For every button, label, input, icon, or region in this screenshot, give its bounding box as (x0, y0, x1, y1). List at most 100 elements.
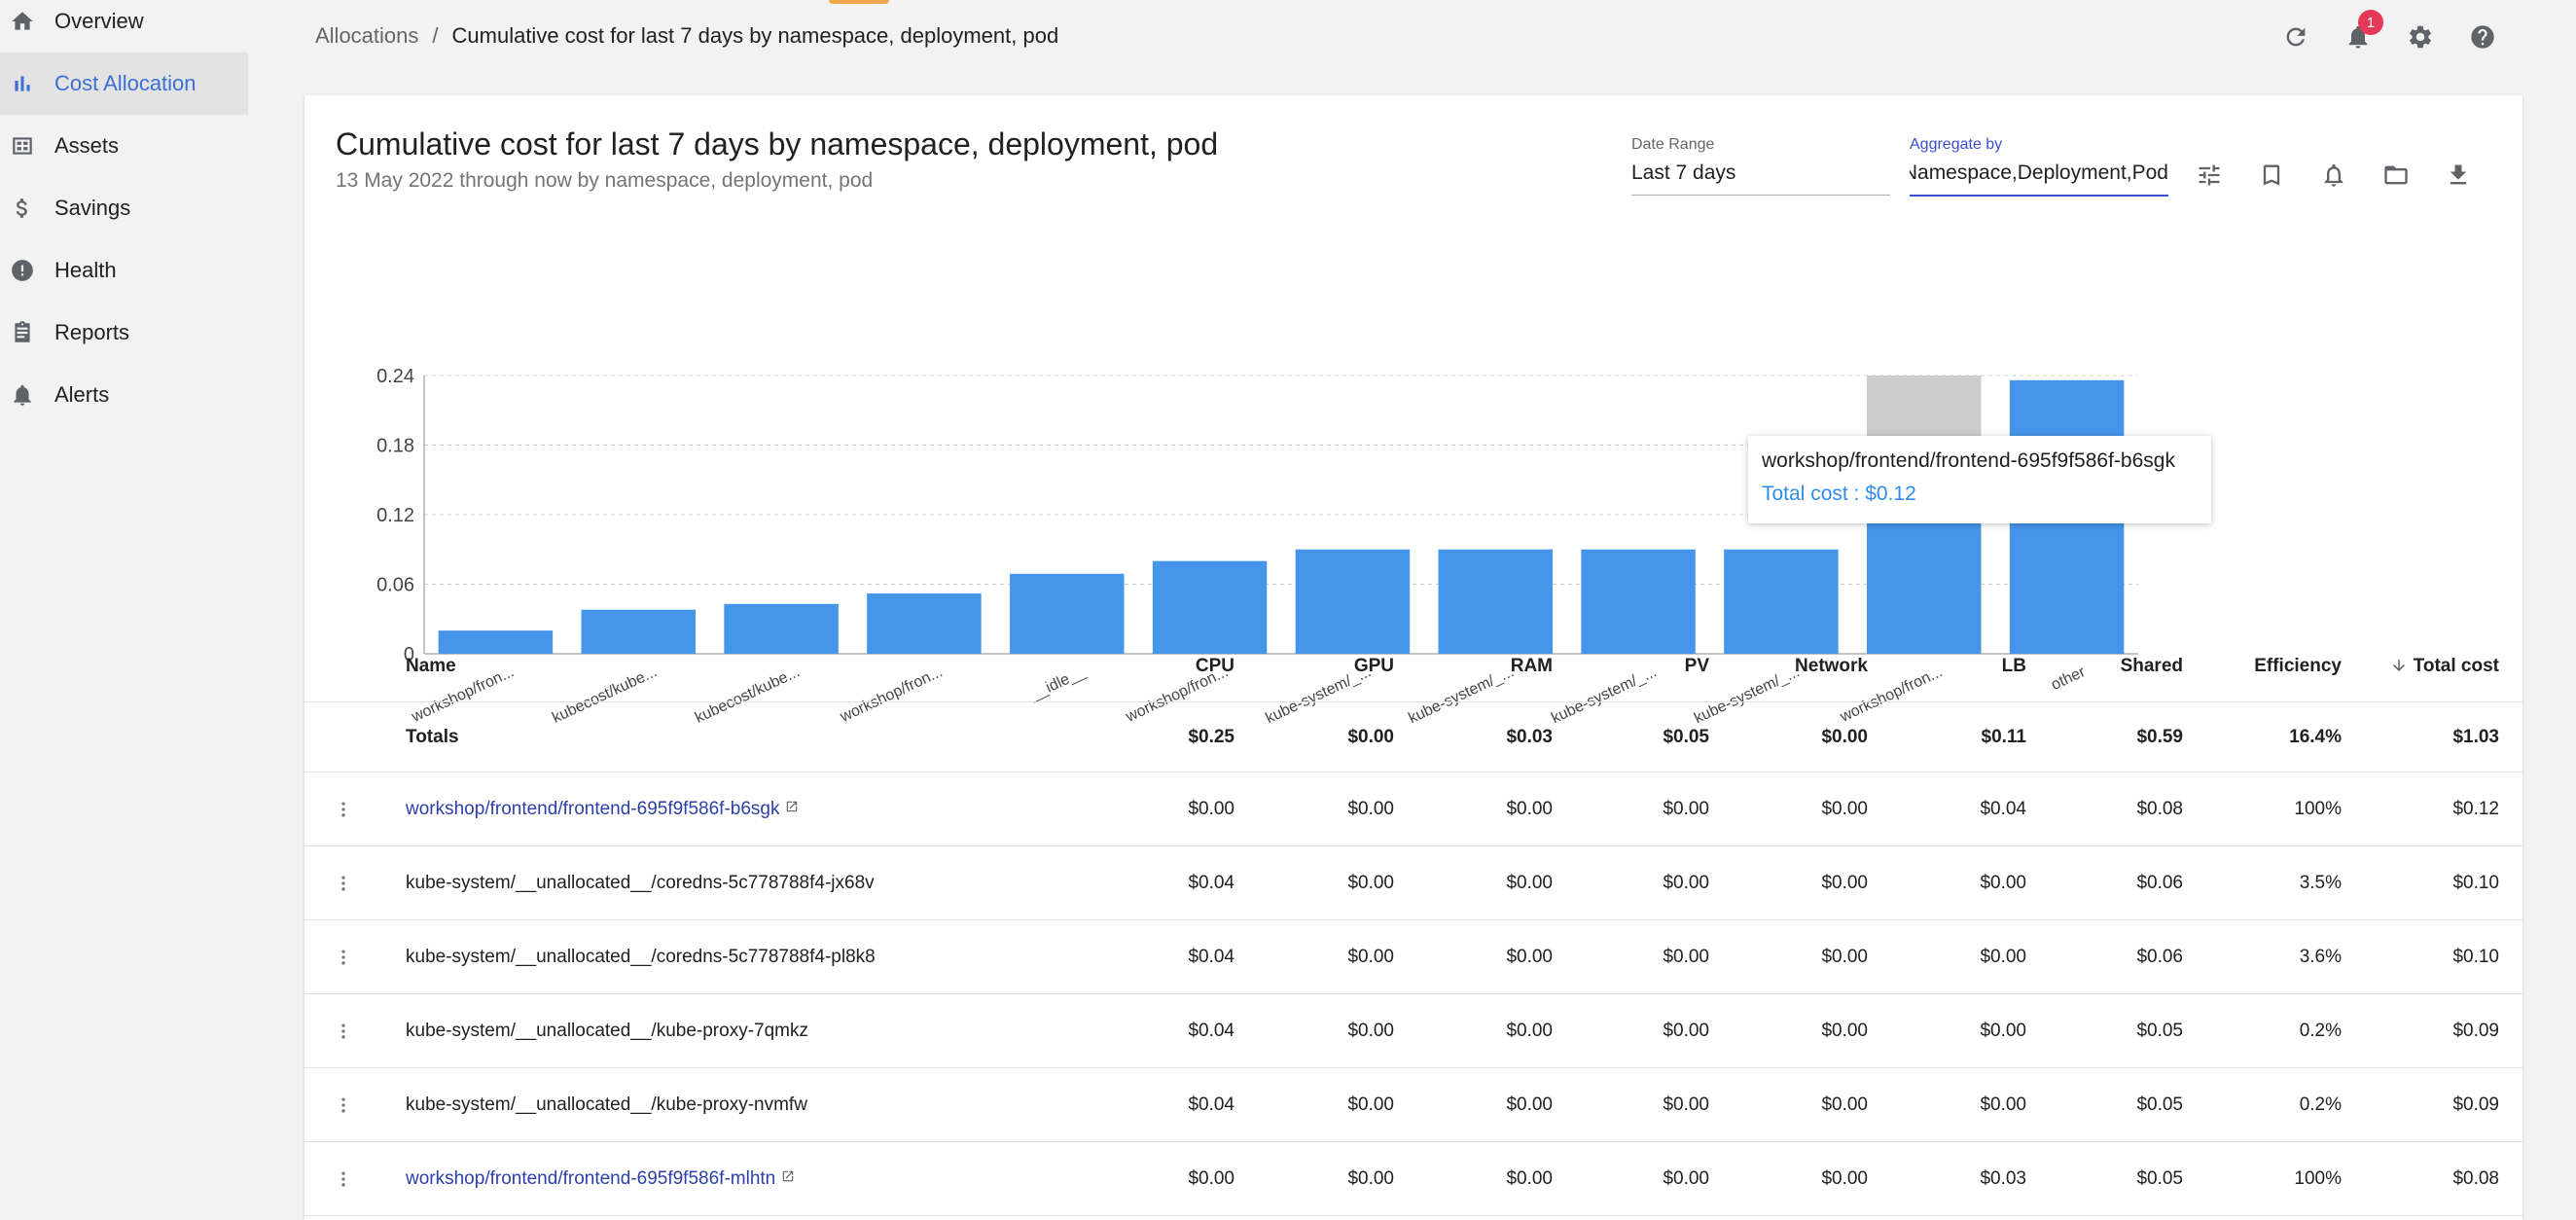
column-header-efficiency[interactable]: Efficiency (2254, 656, 2342, 676)
cell-name[interactable]: workshop/frontend/frontend-695f9f586f-ml… (406, 1168, 775, 1189)
date-range-select[interactable]: Last 7 days (1631, 161, 1890, 196)
cell-efficiency: 100% (2294, 798, 2342, 819)
breadcrumb-separator: / (432, 23, 439, 48)
tune-icon (2199, 164, 2220, 186)
clipboard-icon (10, 320, 35, 345)
sidebar-item-reports[interactable]: Reports (0, 302, 248, 364)
more-vert-icon (341, 1023, 345, 1038)
edit-report-button[interactable] (2194, 160, 2225, 191)
table-cell: $0.00 (1663, 1094, 1709, 1116)
table-cell: kube-system/__unallocated__/coredns-5c77… (406, 947, 876, 968)
column-header-total-cost[interactable]: Total cost (2414, 656, 2499, 676)
column-header-shared[interactable]: Shared (2121, 656, 2183, 676)
aggregate-field[interactable]: Aggregate by Namespace,Deployment,Pod (1910, 136, 2168, 197)
table-cell: $0.00 (1821, 947, 1868, 968)
table-cell: $0.06 (2136, 873, 2183, 894)
cell-pv: $0.00 (1663, 1167, 1709, 1189)
external-link-icon[interactable] (779, 799, 799, 819)
table-row[interactable]: workshop/frontend/frontend-695f9f586f-b6… (304, 772, 2522, 846)
table-cell: $0.00 (1347, 947, 1394, 968)
row-menu-button[interactable] (334, 870, 353, 897)
row-menu-button[interactable] (334, 1018, 353, 1045)
cell-shared: $0.06 (2136, 946, 2183, 967)
aggregate-input[interactable]: Namespace,Deployment,Pod (1910, 161, 2168, 197)
cell-efficiency: 0.2% (2299, 1094, 2342, 1115)
table-row[interactable]: kube-system/__unallocated__/coredns-5c77… (304, 920, 2522, 994)
cell-cpu: $0.25 (1188, 726, 1234, 747)
cell-lb: $0.04 (1980, 798, 2026, 819)
sidebar-item-label: Reports (54, 320, 130, 344)
cell-gpu: $0.00 (1347, 872, 1394, 893)
column-header-lb[interactable]: LB (2002, 656, 2026, 676)
table-cell: $0.00 (1821, 1021, 1868, 1042)
row-menu-button[interactable] (334, 1092, 353, 1119)
table-cell: $0.05 (2136, 1168, 2183, 1190)
dollar-icon (10, 196, 35, 221)
table-header: Name CPU GPU RAM PV Network LB Shared Efficiency… (304, 630, 2522, 702)
settings-button[interactable] (2405, 21, 2436, 53)
sidebar-item-alerts[interactable]: Alerts (0, 364, 248, 426)
column-header-pv[interactable]: PV (1685, 656, 1709, 676)
table-cell: $0.04 (1188, 947, 1234, 968)
column-header-name[interactable]: Name (406, 656, 456, 676)
assets-icon (10, 133, 35, 159)
breadcrumb-parent[interactable]: Allocations (315, 23, 418, 49)
table-cell: $0.12 (2452, 799, 2499, 820)
table-row[interactable]: workshop/frontend/frontend-695f9f586f-ml… (304, 1142, 2522, 1216)
notifications-button[interactable]: 1 (2343, 10, 2383, 53)
sidebar-item-savings[interactable]: Savings (0, 177, 248, 239)
column-header-network[interactable]: Network (1795, 656, 1868, 676)
cell-lb: $0.00 (1980, 872, 2026, 893)
sort-desc-icon (2390, 656, 2414, 676)
external-link-icon[interactable] (775, 1168, 795, 1189)
column-header-ram[interactable]: RAM (1511, 656, 1553, 676)
cell-ram: $0.03 (1506, 726, 1553, 747)
cell-name[interactable]: workshop/frontend/frontend-695f9f586f-b6… (406, 799, 779, 819)
sidebar-item-assets[interactable]: Assets (0, 115, 248, 177)
table-cell: 100% (2294, 799, 2342, 820)
cell-ram: $0.00 (1506, 798, 1553, 819)
table-row[interactable]: kube-system/__unallocated__/kube-proxy-n… (304, 1068, 2522, 1142)
table-cell: $0.08 (2136, 799, 2183, 820)
bar-chart-icon (10, 71, 35, 96)
cell-gpu: $0.00 (1347, 946, 1394, 967)
cell-efficiency: 16.4% (2289, 726, 2342, 747)
cell-pv: $0.00 (1663, 798, 1709, 819)
column-header-cpu[interactable]: CPU (1196, 656, 1234, 676)
table-row[interactable]: kube-system/__unallocated__/kube-proxy-7… (304, 994, 2522, 1068)
save-report-button[interactable] (2256, 160, 2287, 191)
open-report-button[interactable] (2380, 160, 2412, 191)
cell-network: $0.00 (1821, 1094, 1868, 1115)
cell-pv: $0.00 (1663, 1020, 1709, 1041)
cell-ram: $0.00 (1506, 1167, 1553, 1189)
cell-gpu: $0.00 (1347, 798, 1394, 819)
cell-cpu: $0.04 (1188, 1094, 1234, 1115)
help-button[interactable] (2467, 21, 2498, 53)
sidebar-item-cost-allocation[interactable]: Cost Allocation (0, 53, 248, 115)
table-row[interactable]: kube-system/__unallocated__/coredns-5c77… (304, 846, 2522, 920)
table-cell: $0.11 (1982, 727, 2027, 748)
create-alert-button[interactable] (2318, 160, 2349, 191)
sidebar-item-overview[interactable]: Overview (0, 0, 248, 53)
column-header-gpu[interactable]: GPU (1354, 656, 1394, 676)
table-cell: $0.05 (2136, 1021, 2183, 1042)
download-button[interactable] (2443, 160, 2474, 191)
table-cell: $0.00 (1506, 799, 1553, 820)
row-menu-button[interactable] (334, 796, 353, 823)
cell-cpu: $0.04 (1188, 872, 1234, 893)
sidebar-item-health[interactable]: Health (0, 239, 248, 302)
totals-row: Totals $0.25 $0.00 $0.03 $0.05 $0.00 $0.11 $0.5… (304, 702, 2522, 772)
refresh-button[interactable] (2280, 21, 2311, 53)
sidebar-item-label: Health (54, 258, 117, 282)
health-alert-icon (10, 258, 35, 283)
table-cell: 3.5% (2300, 873, 2342, 894)
cell-ram: $0.00 (1506, 872, 1553, 893)
row-menu-button[interactable] (334, 1166, 353, 1193)
allocation-table: Name CPU GPU RAM PV Network LB Shared Efficiency… (304, 630, 2522, 1216)
y-tick-label: 0.18 (376, 436, 414, 457)
row-menu-button[interactable] (334, 944, 353, 971)
date-range-field[interactable]: Date Range Last 7 days (1631, 136, 1890, 196)
breadcrumb-current: Cumulative cost for last 7 days by names… (451, 23, 1059, 48)
cell-total-cost: $0.09 (2452, 1020, 2499, 1041)
table-cell: $0.03 (1980, 1168, 2026, 1190)
